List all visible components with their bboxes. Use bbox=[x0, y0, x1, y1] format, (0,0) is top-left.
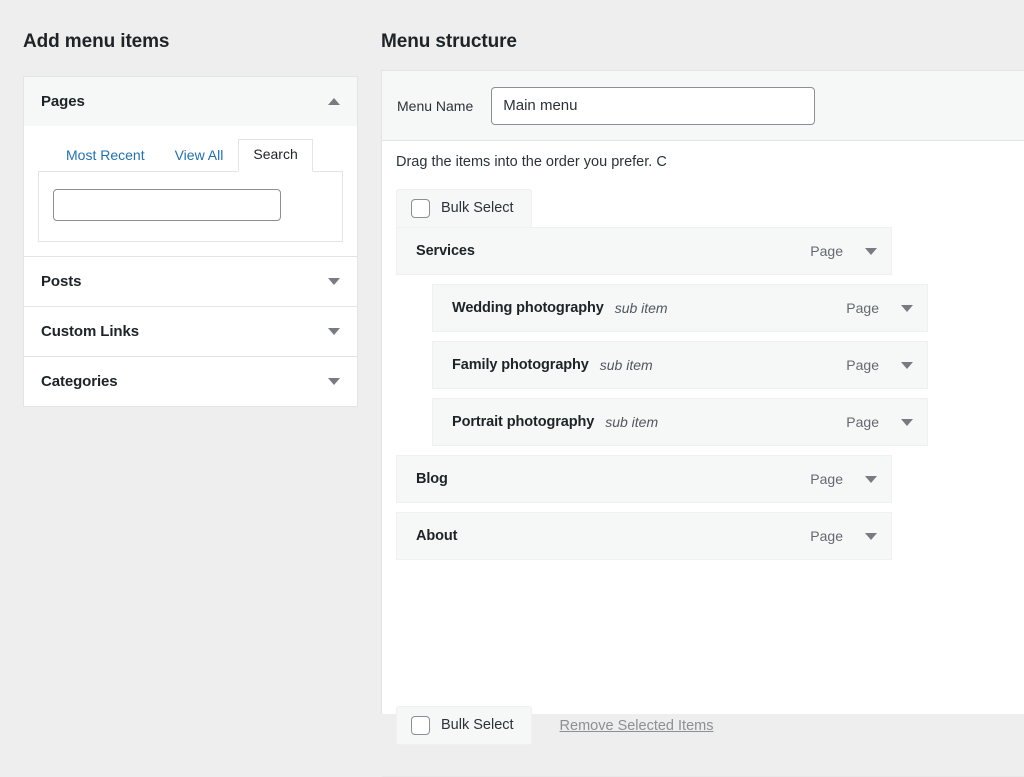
menu-item-type: Page bbox=[810, 243, 843, 259]
accordion-title-categories: Categories bbox=[41, 373, 118, 390]
chevron-down-icon bbox=[865, 533, 877, 540]
menu-editor-screen: Add menu items Pages Most Recent View Al… bbox=[0, 0, 1024, 714]
menu-item-row[interactable]: About Page bbox=[396, 512, 892, 560]
add-items-accordion: Pages Most Recent View All Search bbox=[23, 76, 358, 407]
menu-item-row[interactable]: Blog Page bbox=[396, 455, 892, 503]
menu-name-input[interactable] bbox=[491, 87, 815, 125]
menu-item-toggle[interactable] bbox=[898, 305, 916, 312]
menu-item-type: Page bbox=[846, 414, 879, 430]
menu-item-type: Page bbox=[810, 528, 843, 544]
add-menu-items-panel: Add menu items Pages Most Recent View Al… bbox=[0, 0, 381, 714]
accordion-header-posts[interactable]: Posts bbox=[24, 257, 357, 306]
drag-instructions: Drag the items into the order you prefer… bbox=[396, 154, 941, 174]
accordion-title-pages: Pages bbox=[41, 93, 85, 110]
accordion-title-posts: Posts bbox=[41, 273, 81, 290]
chevron-down-icon bbox=[901, 362, 913, 369]
pages-search-input[interactable] bbox=[53, 189, 281, 221]
page-title-menu-structure: Menu structure bbox=[381, 31, 517, 53]
menu-item-type: Page bbox=[846, 357, 879, 373]
menu-structure-box: Menu Name Drag the items into the order … bbox=[381, 70, 1024, 714]
chevron-down-icon[interactable] bbox=[328, 278, 340, 285]
accordion-section-custom-links: Custom Links bbox=[24, 306, 357, 356]
menu-item-title: Family photography bbox=[452, 357, 589, 373]
tab-search[interactable]: Search bbox=[238, 139, 312, 172]
accordion-section-categories: Categories bbox=[24, 356, 357, 406]
menu-item-row[interactable]: Wedding photography sub item Page bbox=[432, 284, 928, 332]
bulk-select-button-top[interactable]: Bulk Select bbox=[396, 189, 532, 228]
menu-item-type: Page bbox=[846, 300, 879, 316]
menu-item-row[interactable]: Family photography sub item Page bbox=[432, 341, 928, 389]
bulk-select-row-bottom: Bulk Select Remove Selected Items bbox=[396, 706, 713, 745]
chevron-down-icon bbox=[901, 305, 913, 312]
chevron-up-icon[interactable] bbox=[328, 98, 340, 105]
bulk-select-row-top: Bulk Select bbox=[396, 189, 532, 228]
menu-item-title: Wedding photography bbox=[452, 300, 604, 316]
menu-item-tag: sub item bbox=[615, 300, 668, 316]
accordion-header-categories[interactable]: Categories bbox=[24, 357, 357, 406]
accordion-section-pages: Pages Most Recent View All Search bbox=[24, 77, 357, 256]
tab-most-recent[interactable]: Most Recent bbox=[51, 140, 160, 172]
chevron-down-icon bbox=[865, 248, 877, 255]
accordion-section-posts: Posts bbox=[24, 256, 357, 306]
menu-item-toggle[interactable] bbox=[862, 476, 880, 483]
menu-item-toggle[interactable] bbox=[898, 419, 916, 426]
chevron-down-icon bbox=[901, 419, 913, 426]
bulk-select-checkbox-top[interactable] bbox=[411, 199, 430, 218]
menu-name-label: Menu Name bbox=[397, 98, 473, 114]
page-title-add-menu-items: Add menu items bbox=[23, 31, 169, 53]
bulk-select-button-bottom[interactable]: Bulk Select bbox=[396, 706, 532, 745]
menu-item-title: Portrait photography bbox=[452, 414, 594, 430]
menu-item-tag: sub item bbox=[605, 414, 658, 430]
menu-item-row[interactable]: Services Page bbox=[396, 227, 892, 275]
bulk-select-label-top: Bulk Select bbox=[441, 199, 514, 218]
chevron-down-icon[interactable] bbox=[328, 328, 340, 335]
tab-view-all[interactable]: View All bbox=[160, 140, 239, 172]
menu-item-row[interactable]: Portrait photography sub item Page bbox=[432, 398, 928, 446]
pages-tab-list: Most Recent View All Search bbox=[38, 126, 343, 172]
accordion-body-pages: Most Recent View All Search bbox=[24, 126, 357, 256]
bulk-select-label-bottom: Bulk Select bbox=[441, 716, 514, 735]
menu-item-toggle[interactable] bbox=[898, 362, 916, 369]
chevron-down-icon bbox=[865, 476, 877, 483]
bulk-select-checkbox-bottom[interactable] bbox=[411, 716, 430, 735]
menu-item-tag: sub item bbox=[600, 357, 653, 373]
accordion-header-custom-links[interactable]: Custom Links bbox=[24, 307, 357, 356]
pages-search-panel bbox=[38, 172, 343, 242]
menu-structure-panel: Menu structure Menu Name Drag the items … bbox=[381, 0, 1024, 714]
menu-items-list: Services Page Wedding photography sub it… bbox=[382, 227, 1024, 569]
menu-name-bar: Menu Name bbox=[382, 71, 1024, 141]
accordion-title-custom-links: Custom Links bbox=[41, 323, 139, 340]
chevron-down-icon[interactable] bbox=[328, 378, 340, 385]
menu-item-toggle[interactable] bbox=[862, 248, 880, 255]
remove-selected-items-link[interactable]: Remove Selected Items bbox=[560, 718, 714, 734]
menu-item-type: Page bbox=[810, 471, 843, 487]
menu-item-toggle[interactable] bbox=[862, 533, 880, 540]
menu-item-title: About bbox=[416, 528, 457, 544]
menu-item-title: Blog bbox=[416, 471, 448, 487]
menu-item-title: Services bbox=[416, 243, 475, 259]
accordion-header-pages[interactable]: Pages bbox=[24, 77, 357, 126]
